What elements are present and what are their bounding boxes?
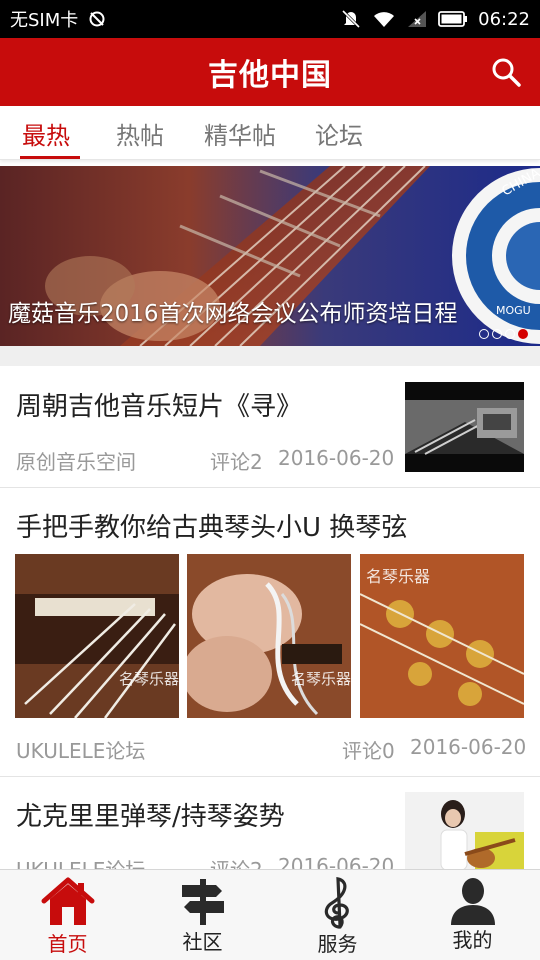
svg-text:名琴乐器: 名琴乐器	[366, 567, 430, 586]
status-bar: 无SIM卡 06:22	[0, 0, 540, 38]
carousel-dot	[505, 329, 515, 339]
signal-icon	[406, 9, 428, 29]
article-comments: 评论2	[210, 450, 263, 474]
search-icon	[492, 58, 521, 87]
banner-caption: 魔菇音乐2016首次网络会议公布师资培日程	[8, 301, 458, 327]
article-date: 2016-06-20	[278, 446, 395, 470]
nav-community[interactable]: 社区	[135, 870, 270, 960]
nav-community-label: 社区	[182, 930, 223, 954]
signpost-icon	[135, 876, 270, 928]
no-sim-sync-icon	[88, 10, 106, 28]
search-button[interactable]	[486, 52, 526, 92]
article-image: 名琴乐器	[360, 554, 524, 718]
tab-hot-posts[interactable]: 热帖	[116, 106, 164, 160]
article-item[interactable]: 手把手教你给古典琴头小U 换琴弦 名琴乐器 名琴乐器 名琴乐器 UKULELE论…	[0, 489, 540, 777]
article-item[interactable]: 周朝吉他音乐短片《寻》 原创音乐空间 评论2 2016-06-20	[0, 366, 540, 488]
tab-hottest[interactable]: 最热	[22, 106, 70, 160]
nav-home-label: 首页	[47, 932, 88, 956]
article-thumbnail	[405, 382, 524, 472]
carousel-indicator	[479, 329, 528, 339]
banner-carousel[interactable]: CHINA MOGU 魔菇音乐2016首次网络会议公布师资培日程	[0, 166, 540, 346]
home-icon	[0, 876, 135, 928]
article-title: 周朝吉他音乐短片《寻》	[16, 392, 303, 422]
app-title: 吉他中国	[208, 58, 332, 93]
nav-home[interactable]: 首页	[0, 870, 135, 960]
bottom-navigation: 首页 社区 服务 我的	[0, 869, 540, 960]
battery-icon	[438, 10, 468, 28]
article-source: UKULELE论坛	[16, 739, 146, 763]
tab-forum[interactable]: 论坛	[315, 106, 363, 160]
svg-text:MOGU: MOGU	[496, 304, 531, 317]
svg-text:名琴乐器: 名琴乐器	[291, 670, 351, 688]
carousel-dot	[479, 329, 489, 339]
treble-clef-icon	[270, 876, 405, 929]
mute-icon	[340, 8, 362, 30]
section-divider	[0, 346, 540, 366]
wifi-icon	[372, 9, 396, 29]
svg-text:名琴乐器: 名琴乐器	[119, 670, 179, 688]
carousel-dot-active	[518, 329, 528, 339]
nav-services[interactable]: 服务	[270, 870, 405, 960]
nav-services-label: 服务	[317, 932, 358, 956]
status-time: 06:22	[478, 8, 530, 30]
article-date: 2016-06-20	[410, 735, 527, 759]
article-source: 原创音乐空间	[16, 450, 136, 474]
article-title: 尤克里里弹琴/持琴姿势	[16, 802, 285, 832]
article-image: 名琴乐器	[187, 554, 351, 718]
nav-profile[interactable]: 我的	[405, 870, 540, 960]
article-image: 名琴乐器	[15, 554, 179, 718]
user-icon	[405, 876, 540, 928]
article-title: 手把手教你给古典琴头小U 换琴弦	[16, 513, 408, 543]
app-bar: 吉他中国	[0, 38, 540, 106]
category-tabs: 最热 热帖 精华帖 论坛	[0, 106, 540, 160]
carousel-dot	[492, 329, 502, 339]
tab-featured-posts[interactable]: 精华帖	[204, 106, 276, 160]
nav-profile-label: 我的	[452, 928, 493, 952]
active-tab-indicator	[20, 156, 80, 159]
article-comments: 评论0	[342, 739, 395, 763]
carrier-label: 无SIM卡	[10, 10, 79, 31]
